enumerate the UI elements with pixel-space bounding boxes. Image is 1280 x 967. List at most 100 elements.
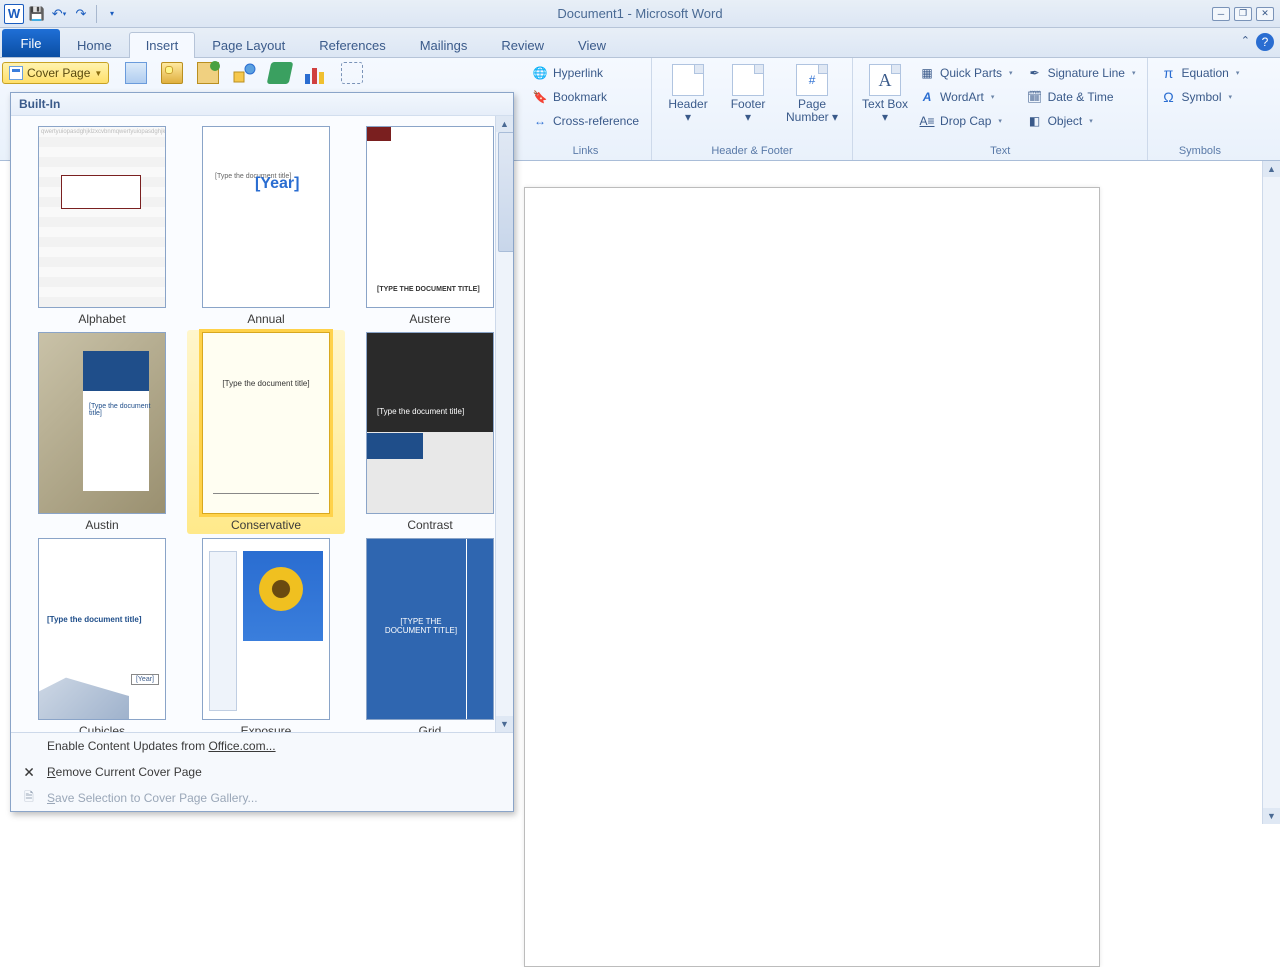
tab-mailings[interactable]: Mailings bbox=[403, 32, 485, 58]
drop-cap-button[interactable]: A≡Drop Cap▾ bbox=[915, 110, 1017, 132]
gallery-item-exposure[interactable]: Exposure bbox=[189, 538, 343, 732]
wordart-label: WordArt bbox=[940, 90, 984, 104]
clipart-icon[interactable] bbox=[197, 62, 219, 84]
wordart-icon: A bbox=[919, 89, 935, 105]
tab-insert[interactable]: Insert bbox=[129, 32, 196, 58]
vertical-scrollbar[interactable]: ▲ ▼ bbox=[1262, 161, 1280, 824]
footer-label: Footer bbox=[731, 97, 766, 111]
hyperlink-button[interactable]: 🌐Hyperlink bbox=[528, 62, 643, 84]
remove-cover-label: RRemove Current Cover Pageemove Current … bbox=[47, 765, 202, 779]
undo-icon[interactable]: ↶▾ bbox=[50, 5, 68, 23]
tab-review[interactable]: Review bbox=[484, 32, 561, 58]
quick-parts-button[interactable]: ▦Quick Parts▾ bbox=[915, 62, 1017, 84]
menu-enable-office-updates[interactable]: Enable Content Updates from Office.com..… bbox=[11, 733, 513, 759]
tab-page-layout[interactable]: Page Layout bbox=[195, 32, 302, 58]
word-app-icon[interactable]: W bbox=[4, 4, 24, 24]
gallery-item-contrast[interactable]: [Type the document title] Contrast bbox=[353, 332, 495, 532]
page-number-button[interactable]: #Page Number ▾ bbox=[780, 62, 844, 124]
table-icon[interactable] bbox=[125, 62, 147, 84]
hyperlink-icon: 🌐 bbox=[532, 65, 548, 81]
gallery-caption: Austin bbox=[85, 518, 118, 532]
redo-icon[interactable]: ↷ bbox=[72, 5, 90, 23]
equation-icon: π bbox=[1160, 65, 1176, 81]
crossref-icon: ↔ bbox=[532, 113, 548, 129]
footer-button[interactable]: Footer▾ bbox=[720, 62, 776, 124]
gallery-item-cubicles[interactable]: [Type the document title][Year] Cubicles bbox=[25, 538, 179, 732]
gallery-item-austin[interactable]: [Type the document title] Austin bbox=[25, 332, 179, 532]
gallery-grid: qwertyuiopasdghjklzxcvbnmqwertyuiopasdgh… bbox=[11, 116, 495, 732]
help-icon[interactable]: ? bbox=[1256, 33, 1274, 51]
text-box-button[interactable]: AText Box▾ bbox=[861, 62, 909, 132]
shapes-icon[interactable] bbox=[233, 62, 255, 84]
chevron-down-icon: ▼ bbox=[94, 69, 102, 78]
gallery-item-alphabet[interactable]: qwertyuiopasdghjklzxcvbnmqwertyuiopasdgh… bbox=[25, 126, 179, 326]
object-button[interactable]: ◧Object▾ bbox=[1023, 110, 1140, 132]
screenshot-icon[interactable] bbox=[341, 62, 363, 84]
date-time-button[interactable]: 🗓Date & Time bbox=[1023, 86, 1140, 108]
qat-customize-icon[interactable]: ▾ bbox=[103, 5, 121, 23]
window-title: Document1 - Microsoft Word bbox=[0, 6, 1280, 21]
thumb-exposure bbox=[202, 538, 330, 720]
header-button[interactable]: Header▾ bbox=[660, 62, 716, 124]
menu-remove-cover-page[interactable]: 🗙 RRemove Current Cover Pageemove Curren… bbox=[11, 759, 513, 785]
title-bar: W 💾 ↶▾ ↷ ▾ Document1 - Microsoft Word ─ … bbox=[0, 0, 1280, 28]
group-symbols-title: Symbols bbox=[1156, 145, 1243, 160]
group-text: AText Box▾ ▦Quick Parts▾ AWordArt▾ A≡Dro… bbox=[853, 58, 1148, 160]
file-tab[interactable]: File bbox=[2, 29, 60, 57]
scroll-down-icon[interactable]: ▼ bbox=[496, 716, 513, 732]
ribbon-tabs: File Home Insert Page Layout References … bbox=[0, 28, 1280, 58]
scroll-down-icon[interactable]: ▼ bbox=[1263, 808, 1280, 824]
thumb-grid: [TYPE THE DOCUMENT TITLE] bbox=[366, 538, 494, 720]
thumb-conservative: [Type the document title] bbox=[202, 332, 330, 514]
thumb-cubicles: [Type the document title][Year] bbox=[38, 538, 166, 720]
save-selection-label: Save Selection to Cover Page Gallery... bbox=[47, 791, 258, 805]
quick-parts-icon: ▦ bbox=[919, 65, 935, 81]
equation-button[interactable]: πEquation▾ bbox=[1156, 62, 1243, 84]
scroll-up-icon[interactable]: ▲ bbox=[496, 116, 513, 132]
gallery-caption: Cubicles bbox=[79, 724, 125, 732]
gallery-item-austere[interactable]: [TYPE THE DOCUMENT TITLE] Austere bbox=[353, 126, 495, 326]
restore-button[interactable]: ❐ bbox=[1234, 7, 1252, 21]
smartart-icon[interactable] bbox=[267, 62, 294, 84]
header-icon bbox=[672, 64, 704, 96]
group-header-footer: Header▾ Footer▾ #Page Number ▾ Header & … bbox=[652, 58, 853, 160]
scroll-up-icon[interactable]: ▲ bbox=[1263, 161, 1280, 177]
symbol-button[interactable]: ΩSymbol▾ bbox=[1156, 86, 1243, 108]
scroll-thumb[interactable] bbox=[498, 132, 513, 252]
group-text-title: Text bbox=[861, 145, 1139, 160]
group-header-footer-title: Header & Footer bbox=[660, 145, 844, 160]
gallery-caption: Exposure bbox=[241, 724, 292, 732]
cover-page-button[interactable]: Cover Page ▼ bbox=[2, 62, 109, 84]
wordart-button[interactable]: AWordArt▾ bbox=[915, 86, 1017, 108]
signature-line-button[interactable]: ✒Signature Line▾ bbox=[1023, 62, 1140, 84]
cover-page-label: Cover Page bbox=[27, 66, 90, 80]
gallery-item-conservative[interactable]: [Type the document title] Conservative bbox=[187, 330, 345, 534]
minimize-ribbon-icon[interactable]: ⌃ bbox=[1241, 34, 1250, 47]
tab-references[interactable]: References bbox=[302, 32, 402, 58]
object-icon: ◧ bbox=[1027, 113, 1043, 129]
symbol-icon: Ω bbox=[1160, 89, 1176, 105]
gallery-item-grid[interactable]: [TYPE THE DOCUMENT TITLE] Grid bbox=[353, 538, 495, 732]
footer-icon bbox=[732, 64, 764, 96]
gallery-caption: Austere bbox=[409, 312, 450, 326]
signature-label: Signature Line bbox=[1048, 66, 1125, 80]
symbol-label: Symbol bbox=[1181, 90, 1221, 104]
save-icon[interactable]: 💾 bbox=[28, 5, 46, 23]
tab-view[interactable]: View bbox=[561, 32, 623, 58]
thumb-contrast: [Type the document title] bbox=[366, 332, 494, 514]
cover-page-icon bbox=[9, 66, 23, 80]
page-number-label: Page Number bbox=[786, 97, 829, 124]
picture-icon[interactable] bbox=[161, 62, 183, 84]
tab-home[interactable]: Home bbox=[60, 32, 129, 58]
gallery-caption: Annual bbox=[247, 312, 284, 326]
document-page[interactable] bbox=[524, 187, 1100, 967]
close-button[interactable]: ✕ bbox=[1256, 7, 1274, 21]
gallery-header: Built-In bbox=[11, 93, 513, 116]
bookmark-icon: 🔖 bbox=[532, 89, 548, 105]
gallery-item-annual[interactable]: [Type the document title][Year] Annual bbox=[189, 126, 343, 326]
minimize-button[interactable]: ─ bbox=[1212, 7, 1230, 21]
chart-icon[interactable] bbox=[305, 62, 327, 84]
gallery-scrollbar[interactable]: ▲ ▼ bbox=[495, 116, 513, 732]
cross-reference-button[interactable]: ↔Cross-reference bbox=[528, 110, 643, 132]
bookmark-button[interactable]: 🔖Bookmark bbox=[528, 86, 643, 108]
